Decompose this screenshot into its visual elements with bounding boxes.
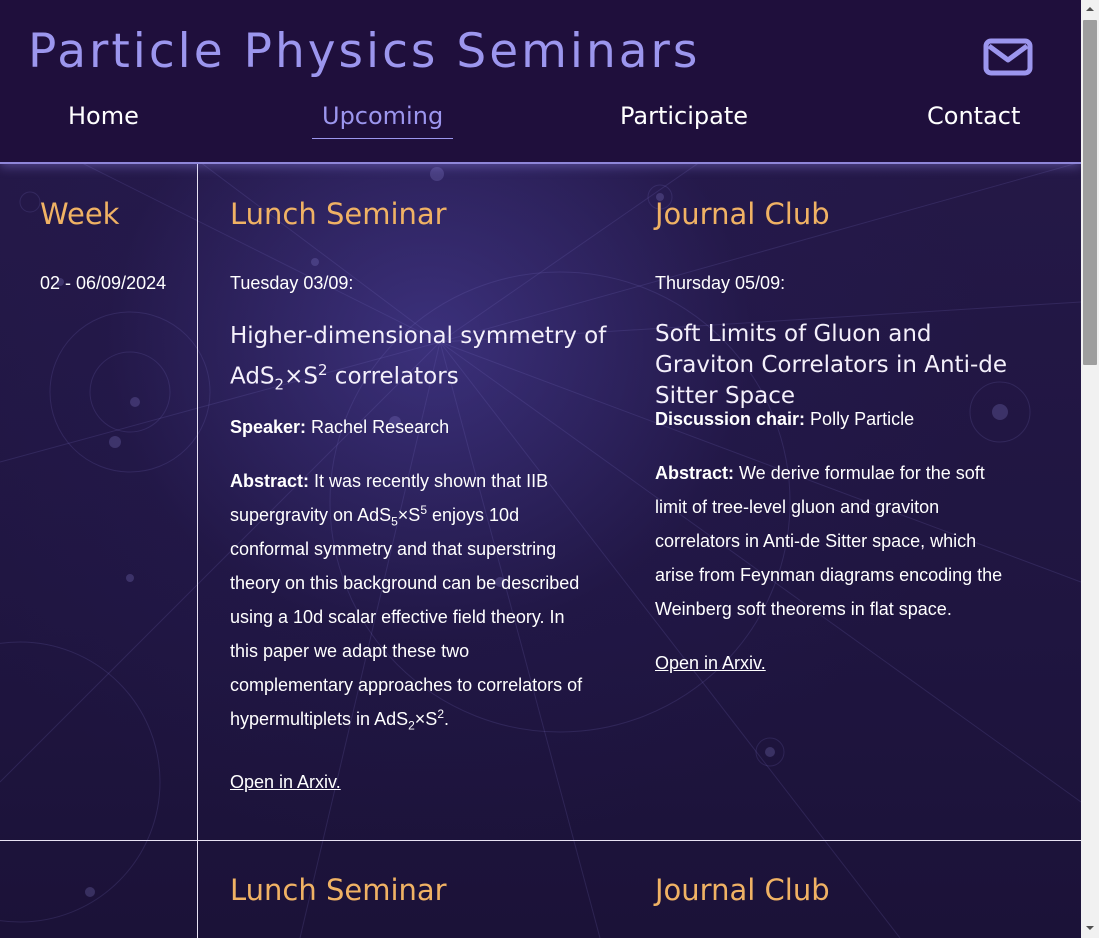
lunch-abstract: Abstract: It was recently shown that IIB… (230, 471, 583, 733)
nav-participate[interactable]: Participate (610, 102, 758, 138)
site-title: Particle Physics Seminars (28, 24, 701, 79)
journal-arxiv-link[interactable]: Open in Arxiv. (655, 653, 766, 674)
journal-talk-title: Soft Limits of Gluon and Graviton Correl… (655, 321, 1008, 409)
page-viewport: Particle Physics Seminars Home Upcoming … (0, 0, 1081, 938)
nav-contact[interactable]: Contact (917, 102, 1030, 138)
row-divider (0, 840, 1081, 841)
site-header: Particle Physics Seminars Home Upcoming … (0, 0, 1081, 164)
lunch-day: Tuesday 03/09: (230, 273, 354, 293)
nav-home[interactable]: Home (58, 102, 149, 138)
column-divider (197, 164, 198, 938)
lunch-speaker: Speaker: Rachel Research (230, 417, 450, 437)
lunch-seminar-heading-next: Lunch Seminar (230, 873, 447, 907)
scroll-down-arrow-icon[interactable] (1084, 922, 1096, 934)
journal-day: Thursday 05/09: (655, 273, 786, 293)
journal-club-heading-next: Journal Club (655, 873, 830, 907)
lunch-talk-title: Higher-dimensional symmetry of AdS2×S2 co… (230, 323, 607, 394)
journal-chair: Discussion chair: Polly Particle (655, 409, 915, 429)
main-nav: Home Upcoming Participate Contact (0, 100, 1081, 144)
lunch-arxiv-link[interactable]: Open in Arxiv. (230, 772, 341, 793)
journal-abstract: Abstract: We derive formulae for the sof… (655, 463, 1003, 619)
week-heading: Week (40, 197, 120, 231)
lunch-seminar-heading: Lunch Seminar (230, 197, 447, 231)
week-range: 02 - 06/09/2024 (40, 273, 167, 293)
nav-upcoming[interactable]: Upcoming (312, 102, 454, 139)
scrollbar-thumb[interactable] (1083, 20, 1097, 365)
envelope-icon[interactable] (983, 38, 1033, 76)
scroll-up-arrow-icon[interactable] (1084, 3, 1096, 15)
journal-club-heading: Journal Club (655, 197, 830, 231)
